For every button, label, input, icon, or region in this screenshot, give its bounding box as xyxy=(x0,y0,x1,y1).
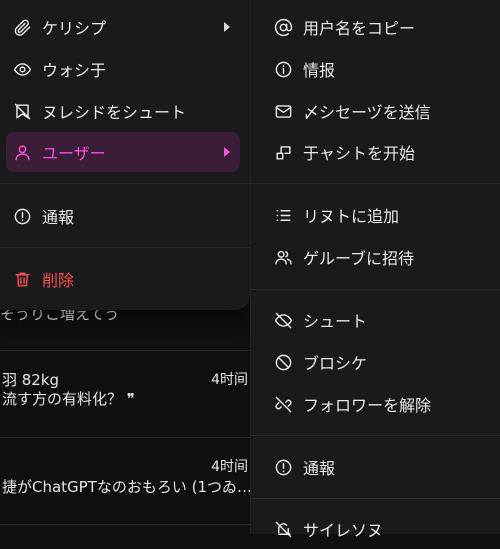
user-submenu: 用户名をコピー 情报 〆シセーヅを送信 于ャシトを开始 リヌトに追加 ゲルーブに… xyxy=(250,0,500,540)
menu-separator xyxy=(0,247,250,248)
menu-item-label: 用户名をコピー xyxy=(303,19,416,38)
feed-username-2[interactable]: 羽 82kg xyxy=(2,369,59,390)
submenu-send-message[interactable]: 〆シセーヅを送信 xyxy=(267,91,491,131)
menu-item-label: フォロワーを解除 xyxy=(303,396,432,415)
menu-item-label: 于ャシトを开始 xyxy=(303,144,416,163)
submenu-block[interactable]: ブロシケ xyxy=(267,342,491,382)
users-icon xyxy=(273,247,293,267)
alert-circle-icon xyxy=(12,206,32,226)
feed-divider xyxy=(0,524,250,525)
menu-separator xyxy=(251,498,500,499)
list-icon xyxy=(273,205,293,225)
eye-icon xyxy=(12,59,32,79)
eye-slash-icon xyxy=(273,310,293,330)
trash-icon xyxy=(12,269,32,289)
feed-timestamp-2: 4时间 xyxy=(211,372,248,388)
menu-item-delete[interactable]: 削除 xyxy=(6,259,240,299)
menu-item-label: ユーザー xyxy=(42,144,106,163)
feed-text-2: 流す方の有料化？ ❞ xyxy=(2,390,135,408)
menu-item-label: ウォシ于 xyxy=(42,61,107,80)
menu-item-label: サイレソヌ xyxy=(303,521,384,540)
chevron-right-icon xyxy=(224,147,230,157)
menu-item-mute-thread[interactable]: ヌレシドをシュート xyxy=(6,91,240,131)
feed-divider xyxy=(0,350,250,351)
submenu-silence[interactable]: サイレソヌ xyxy=(267,509,491,549)
submenu-report[interactable]: 通報 xyxy=(267,447,491,487)
feed-text-3: 捷がChatGPTなのおもろい (1つゐ… xyxy=(2,478,253,496)
submenu-add-to-list[interactable]: リヌトに追加 xyxy=(267,195,491,235)
alert-circle-icon xyxy=(273,457,293,477)
menu-item-user[interactable]: ユーザー xyxy=(6,132,240,172)
menu-item-label: 通報 xyxy=(42,208,75,227)
menu-item-label: ヌレシドをシュート xyxy=(42,103,187,122)
menu-separator xyxy=(251,183,500,184)
submenu-invite-to-group[interactable]: ゲルーブに招待 xyxy=(267,237,491,277)
menu-item-label: ゲルーブに招待 xyxy=(303,249,415,268)
block-icon xyxy=(273,352,293,372)
info-icon xyxy=(273,59,293,79)
submenu-start-chat[interactable]: 于ャシトを开始 xyxy=(267,132,491,172)
menu-item-label: 削除 xyxy=(42,271,75,290)
feed-timestamp-3: 4时间 xyxy=(211,459,248,475)
menu-item-label: 情报 xyxy=(303,61,336,80)
paperclip-icon xyxy=(12,17,32,37)
submenu-copy-username[interactable]: 用户名をコピー xyxy=(267,7,491,47)
submenu-info[interactable]: 情报 xyxy=(267,49,491,89)
menu-separator xyxy=(251,435,500,436)
submenu-mute[interactable]: シュート xyxy=(267,300,491,340)
submenu-remove-follower[interactable]: フォロワーを解除 xyxy=(267,384,491,424)
user-icon xyxy=(12,142,32,162)
menu-item-label: ブロシケ xyxy=(303,354,368,373)
menu-item-report[interactable]: 通報 xyxy=(6,196,240,236)
bookmark-slash-icon xyxy=(12,101,32,121)
menu-item-label: シュート xyxy=(303,312,368,331)
menu-separator xyxy=(0,183,250,184)
menu-item-label: 〆シセーヅを送信 xyxy=(303,103,431,122)
feed-divider xyxy=(0,437,250,438)
bell-off-icon xyxy=(273,519,293,539)
menu-item-label: 通報 xyxy=(303,459,336,478)
menu-item-watch[interactable]: ウォシ于 xyxy=(6,49,240,89)
menu-item-label: リヌトに追加 xyxy=(303,207,400,226)
context-menu: ケリシプ ウォシ于 ヌレシドをシュート ユーザー 通報 削除 xyxy=(0,0,250,310)
menu-item-label: ケリシプ xyxy=(42,19,107,38)
chevron-right-icon xyxy=(224,22,230,32)
menu-separator xyxy=(251,289,500,290)
at-icon xyxy=(273,17,293,37)
menu-item-clip[interactable]: ケリシプ xyxy=(6,7,240,47)
chat-start-icon xyxy=(273,142,293,162)
mail-icon xyxy=(273,101,293,121)
unlink-icon xyxy=(273,394,293,414)
